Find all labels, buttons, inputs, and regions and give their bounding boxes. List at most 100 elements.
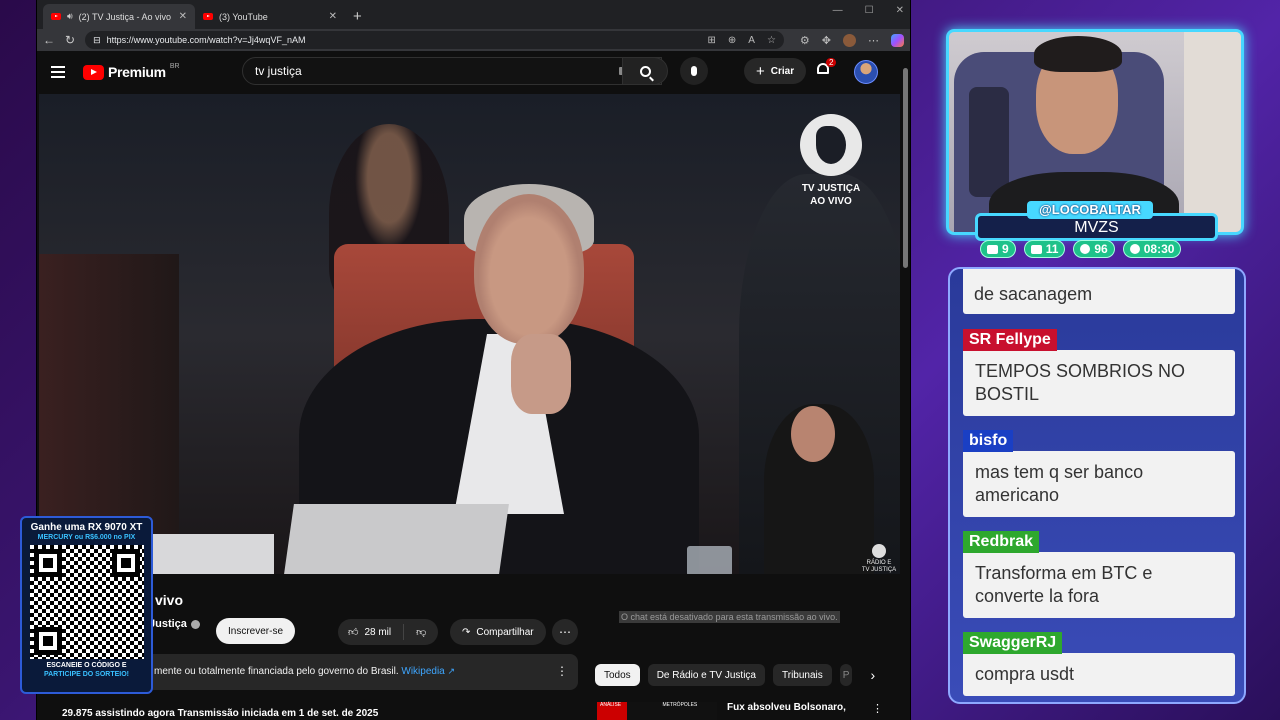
search-button[interactable] [622, 57, 668, 85]
close-tab-icon[interactable]: ✕ [179, 11, 187, 22]
wikipedia-link[interactable]: Wikipedia [401, 666, 444, 677]
zoom-icon[interactable]: ⊕ [728, 35, 736, 46]
channel-label: Justiça [149, 618, 187, 630]
video-title: vivo [155, 592, 184, 608]
chat-message: bisfo mas tem q ser banco americano [963, 430, 1235, 517]
radio-tv-justica-logo: RÁDIO E TV JUSTIÇA [859, 544, 899, 574]
chat-text: compra usdt [963, 653, 1235, 696]
new-tab-button[interactable]: + [345, 8, 370, 29]
youtube-logo[interactable]: Premium BR [83, 62, 180, 80]
youtube-icon [1030, 244, 1042, 254]
minimize-icon[interactable]: — [833, 5, 843, 16]
tv-justica-watermark: TV JUSTIÇA AO VIVO [794, 114, 868, 208]
funding-info-panel: mente ou totalmente financiada pelo gove… [117, 654, 578, 690]
chat-disabled-notice: O chat está desativado para esta transmi… [619, 611, 840, 623]
chat-text: mas tem q ser banco americano [963, 451, 1235, 517]
search-value: tv justiça [255, 64, 302, 78]
address-bar[interactable]: ⊟ https://www.youtube.com/watch?v=Jj4wqV… [85, 31, 784, 49]
mic-icon [691, 66, 697, 76]
kick-viewers: 96 [1073, 240, 1115, 258]
channel-name[interactable]: Justiça [149, 618, 200, 630]
notifications-bell-icon[interactable]: 2 [817, 58, 837, 77]
like-count: 28 mil [364, 626, 392, 638]
plus-icon: + [756, 62, 765, 80]
search-input[interactable]: tv justiça ✕ [242, 57, 662, 85]
tab-youtube[interactable]: (3) YouTube ✕ [195, 4, 345, 29]
window-controls: — ☐ ✕ [833, 5, 904, 16]
small-logo-line2: TV JUSTIÇA [861, 567, 897, 573]
chat-message: Redbrak Transforma em BTC e converte la … [963, 531, 1235, 618]
funding-text: mente ou totalmente financiada pelo gove… [154, 666, 399, 677]
maximize-icon[interactable]: ☐ [865, 5, 874, 16]
chip-tribunais[interactable]: Tribunais [773, 664, 832, 686]
menu-dots-icon[interactable]: ⋯ [868, 34, 879, 47]
recommendation-chips: Todos De Rádio e TV Justiça Tribunais P … [595, 664, 875, 686]
youtube-viewers: 11 [1023, 240, 1066, 258]
tab-tv-justica[interactable]: 🔊︎ (2) TV Justiça - Ao vivo - You ✕ [43, 4, 195, 29]
stream-stats: 9 11 96 08:30 [980, 240, 1182, 258]
address-bar-row: ← ↻ ⊟ https://www.youtube.com/watch?v=Jj… [37, 29, 910, 51]
copilot-icon[interactable] [891, 33, 904, 47]
thumbs-down-icon: 👎︎ [416, 627, 427, 638]
qr-code[interactable] [30, 545, 144, 659]
app-icon[interactable]: ⊞ [707, 35, 715, 46]
favorite-star-icon[interactable]: ☆ [767, 35, 776, 46]
close-tab-icon[interactable]: ✕ [329, 11, 337, 22]
reload-icon[interactable]: ↻ [65, 33, 75, 47]
extensions-icon[interactable]: ⚙ [800, 34, 810, 47]
like-button[interactable]: 👍︎ 28 mil [338, 624, 405, 640]
kick-icon [1080, 244, 1091, 254]
rec-thumb-brand: METRÓPOLES [662, 702, 698, 708]
rec-menu-icon[interactable]: ⋮ [872, 702, 883, 715]
chat-message: SwaggerRJ compra usdt [963, 632, 1235, 696]
voice-search-button[interactable] [680, 57, 708, 85]
more-actions-button[interactable]: ⋯ [552, 619, 578, 645]
thumbs-up-icon: 👍︎ [348, 627, 359, 638]
recommended-video[interactable]: ANÁLISE METRÓPOLES Fux absolveu Bolsonar… [597, 702, 883, 720]
chat-username: Redbrak [963, 531, 1040, 553]
chip-todos[interactable]: Todos [595, 664, 640, 686]
create-button[interactable]: + Criar [744, 58, 807, 84]
verified-icon [190, 619, 200, 629]
clock-icon [1129, 244, 1140, 254]
speaker-icon[interactable]: 🔊︎ [67, 11, 73, 22]
small-logo-icon [872, 544, 886, 558]
clock-value: 08:30 [1143, 242, 1175, 256]
info-menu-icon[interactable]: ⋮ [556, 664, 568, 678]
twitch-count: 9 [1002, 242, 1009, 256]
create-label: Criar [770, 65, 795, 77]
search-icon [639, 65, 651, 77]
back-icon[interactable]: ← [43, 33, 55, 47]
account-avatar[interactable] [854, 60, 878, 84]
share-label: Compartilhar [476, 626, 534, 638]
tv-justica-logo-icon [800, 114, 862, 176]
chip-more[interactable]: P [839, 664, 853, 686]
watermark-line1: TV JUSTIÇA [801, 183, 861, 194]
page-scrollbar[interactable] [903, 68, 908, 268]
share-icon: ↷ [462, 626, 471, 638]
chevron-right-icon[interactable]: › [870, 667, 875, 683]
like-dislike-group: 👍︎ 28 mil 👎︎ [338, 619, 439, 645]
logo-country: BR [169, 62, 180, 70]
chat-message-partial: de sacanagem [963, 269, 1235, 314]
youtube-play-icon [83, 64, 104, 80]
rec-thumbnail: ANÁLISE METRÓPOLES [597, 702, 717, 720]
tab-title: (3) YouTube [219, 11, 268, 22]
giveaway-footer-line2: PARTICIPE DO SORTEIO! [43, 671, 130, 678]
chip-radio-tv-justica[interactable]: De Rádio e TV Justiça [647, 664, 765, 686]
profile-avatar[interactable] [843, 33, 856, 47]
close-window-icon[interactable]: ✕ [896, 5, 904, 16]
url-tools: ⊞ ⊕ A ☆ [707, 35, 775, 46]
read-aloud-icon[interactable]: A [748, 35, 755, 46]
dislike-button[interactable]: 👎︎ [404, 626, 438, 638]
giveaway-footer-line1: ESCANEIE O CÓDIGO E [46, 662, 127, 669]
stream-clock: 08:30 [1122, 240, 1182, 258]
subscribe-button[interactable]: Inscrever-se [216, 618, 296, 644]
tab-bar: 🔊︎ (2) TV Justiça - Ao vivo - You ✕ (3) … [37, 0, 910, 29]
share-button[interactable]: ↷ Compartilhar [450, 619, 546, 645]
site-info-icon[interactable]: ⊟ [93, 35, 101, 46]
video-player[interactable]: TV JUSTIÇA AO VIVO RÁDIO E TV JUSTIÇA [39, 94, 900, 574]
giveaway-sub: MERCURY ou R$6.000 no PIX [37, 534, 136, 541]
puzzle-icon[interactable]: ✥ [822, 34, 831, 47]
hamburger-menu-icon[interactable] [51, 66, 65, 78]
